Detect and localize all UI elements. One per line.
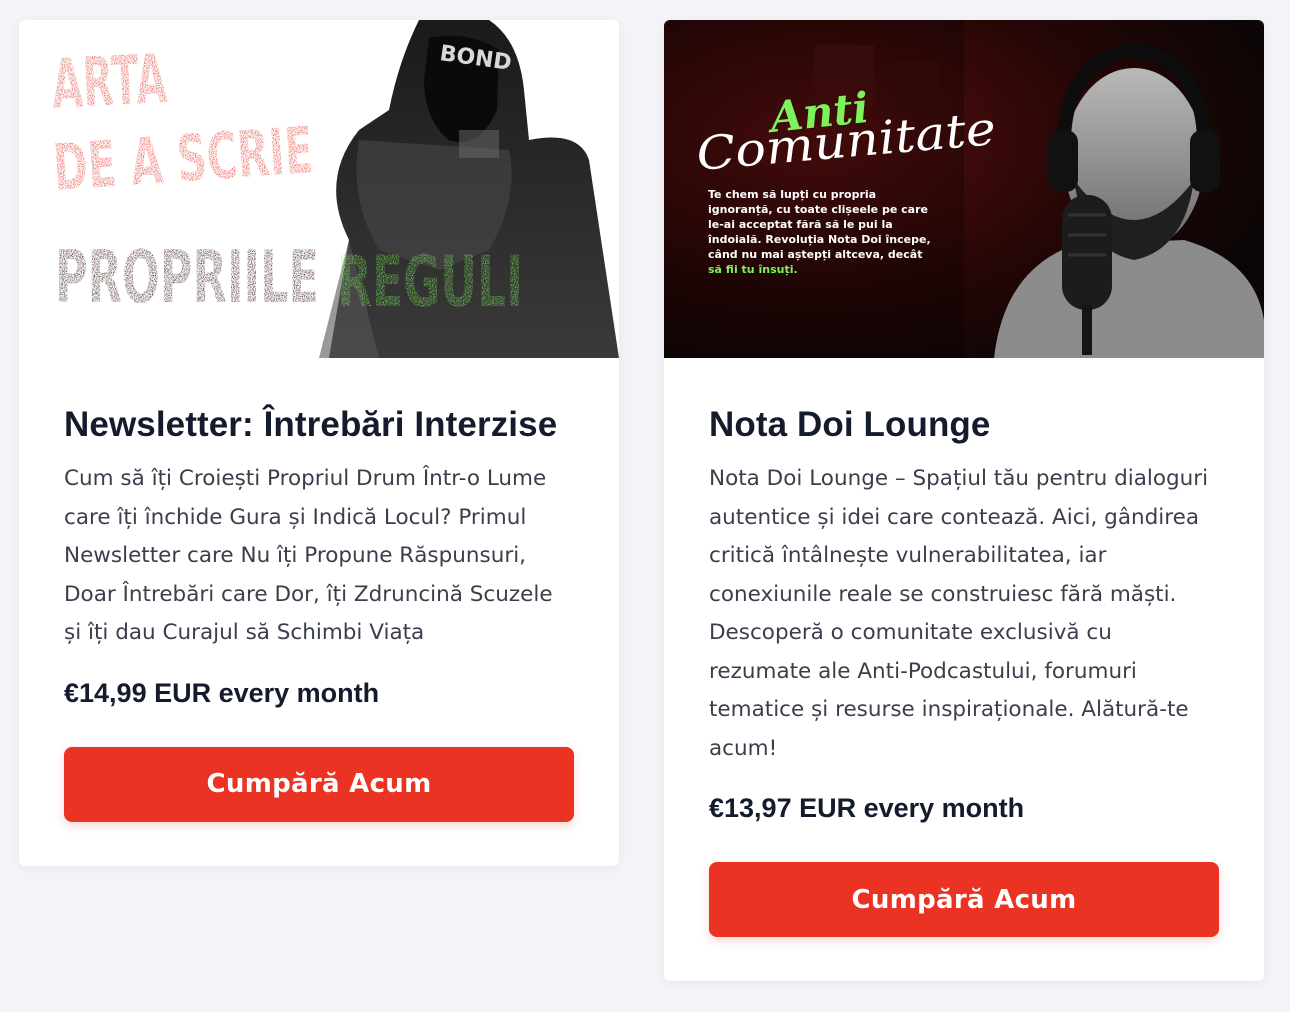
banner-blurb-line6: să fii tu însuți. <box>708 263 798 276</box>
product-card-lounge: Anti Comunitate Te chem să lupți cu prop… <box>664 20 1264 981</box>
banner-headline-line3b: REGULI <box>337 241 523 323</box>
banner-blurb-line3: le-ai acceptat fără să le pui la <box>708 218 893 231</box>
buy-now-button[interactable]: Cumpără Acum <box>709 862 1219 937</box>
lounge-banner-art: Anti Comunitate Te chem să lupți cu prop… <box>664 20 1264 358</box>
product-info-lounge: Nota Doi Lounge Nota Doi Lounge – Spațiu… <box>664 404 1264 937</box>
product-banner-lounge: Anti Comunitate Te chem să lupți cu prop… <box>664 20 1264 358</box>
products-grid: BOND ARTA DE A SCRIE PROPRIILE REGULI Ne… <box>0 0 1290 1012</box>
product-price: €13,97 EUR every month <box>709 793 1025 823</box>
banner-headline-line1: ARTA <box>50 40 169 125</box>
buy-now-button[interactable]: Cumpără Acum <box>64 746 574 822</box>
product-description: Nota Doi Lounge – Spațiul tău pentru dia… <box>709 466 1209 761</box>
product-price: €14,99 EUR every month <box>64 677 380 708</box>
banner-blurb-line5: când nu mai aștepți altceva, decât <box>708 248 922 261</box>
banner-blurb-line4: îndoială. Revoluția Nota Doi începe, <box>707 233 931 246</box>
banner-blurb-line1: Te chem să lupți cu propria <box>708 188 876 201</box>
product-info-newsletter: Newsletter: Întrebări Interzise Cum să î… <box>19 404 619 822</box>
product-card-newsletter: BOND ARTA DE A SCRIE PROPRIILE REGULI Ne… <box>19 20 619 866</box>
banner-headline-line3a: PROPRIILE <box>55 235 319 319</box>
product-description: Cum să îți Croiești Propriul Drum Într-o… <box>64 466 553 645</box>
product-title: Newsletter: Întrebări Interzise <box>64 405 558 444</box>
banner-blurb-line2: ignoranță, cu toate clișeele pe care <box>708 203 928 216</box>
product-title: Nota Doi Lounge <box>709 405 991 444</box>
product-banner-newsletter: BOND ARTA DE A SCRIE PROPRIILE REGULI <box>19 20 619 358</box>
newsletter-banner-art: BOND ARTA DE A SCRIE PROPRIILE REGULI <box>19 20 619 358</box>
